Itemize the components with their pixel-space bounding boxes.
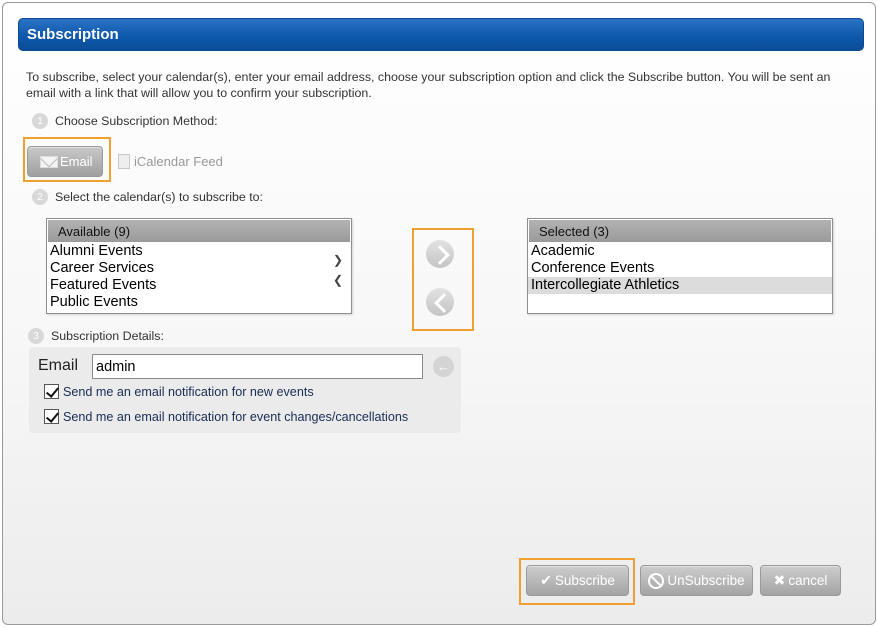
step-number: 1	[32, 113, 48, 129]
subscribe-label: Subscribe	[554, 573, 615, 588]
cancel-label: cancel	[788, 573, 828, 588]
icalendar-feed-label: iCalendar Feed	[134, 154, 223, 169]
list-item-selected[interactable]: Intercollegiate Athletics	[528, 277, 832, 294]
scroll-down-icon[interactable]: ❮	[333, 273, 347, 287]
step-label: Select the calendar(s) to subscribe to:	[55, 190, 263, 204]
checkbox-label: Send me an email notification for new ev…	[63, 384, 314, 399]
email-method-label: Email	[60, 154, 93, 169]
prohibited-icon	[648, 572, 665, 589]
step-3: 3 Subscription Details:	[28, 328, 164, 344]
email-label: Email	[38, 357, 79, 374]
email-method-button[interactable]: Email	[27, 146, 103, 177]
list-item[interactable]: Featured Events	[47, 277, 351, 294]
envelope-icon	[40, 155, 58, 168]
changes-checkbox[interactable]: Send me an email notification for event …	[44, 409, 408, 424]
available-header: Available (9)	[47, 219, 351, 243]
move-left-icon[interactable]	[426, 288, 454, 316]
checkbox-label: Send me an email notification for event …	[63, 409, 409, 424]
step-2: 2 Select the calendar(s) to subscribe to…	[32, 189, 263, 205]
unsubscribe-label: UnSubscribe	[667, 573, 745, 588]
icalendar-feed-option[interactable]: iCalendar Feed	[118, 154, 223, 169]
available-items: Alumni Events Career Services Featured E…	[47, 243, 351, 311]
step-number: 2	[32, 189, 48, 205]
subscription-details: Email ← Send me an email notification fo…	[29, 347, 461, 433]
dialog-titlebar: Subscription	[18, 18, 864, 51]
checkbox-checked-icon[interactable]	[44, 409, 59, 424]
intro-text: To subscribe, select your calendar(s), e…	[26, 70, 831, 100]
list-item[interactable]: Academic	[528, 243, 832, 260]
step-label: Subscription Details:	[51, 329, 164, 343]
move-right-icon[interactable]	[426, 240, 454, 268]
email-input[interactable]	[92, 354, 423, 379]
list-item[interactable]: Alumni Events	[47, 243, 351, 260]
list-item[interactable]: Career Services	[47, 260, 351, 277]
scroll-up-icon[interactable]: ❯	[333, 253, 347, 267]
check-icon	[540, 572, 552, 589]
list-item[interactable]: Public Events	[47, 294, 351, 311]
subscribe-button[interactable]: Subscribe	[526, 565, 629, 596]
checkbox-checked-icon[interactable]	[44, 384, 59, 399]
back-arrow-icon[interactable]: ←	[433, 356, 454, 377]
selected-calendars-list[interactable]: Selected (3) Academic Conference Events …	[527, 218, 833, 314]
dialog-title: Subscription	[27, 26, 119, 43]
selected-header: Selected (3)	[528, 219, 832, 243]
selected-items: Academic Conference Events Intercollegia…	[528, 243, 832, 294]
step-1: 1 Choose Subscription Method:	[32, 113, 218, 129]
new-events-checkbox[interactable]: Send me an email notification for new ev…	[44, 384, 314, 399]
unsubscribe-button[interactable]: UnSubscribe	[640, 565, 753, 596]
list-item[interactable]: Conference Events	[528, 260, 832, 277]
document-icon	[118, 154, 130, 169]
available-calendars-list[interactable]: Available (9) Alumni Events Career Servi…	[46, 218, 352, 314]
step-number: 3	[28, 328, 44, 344]
step-label: Choose Subscription Method:	[55, 114, 218, 128]
close-icon	[774, 572, 786, 589]
cancel-button[interactable]: cancel	[760, 565, 841, 596]
move-buttons	[412, 228, 474, 331]
